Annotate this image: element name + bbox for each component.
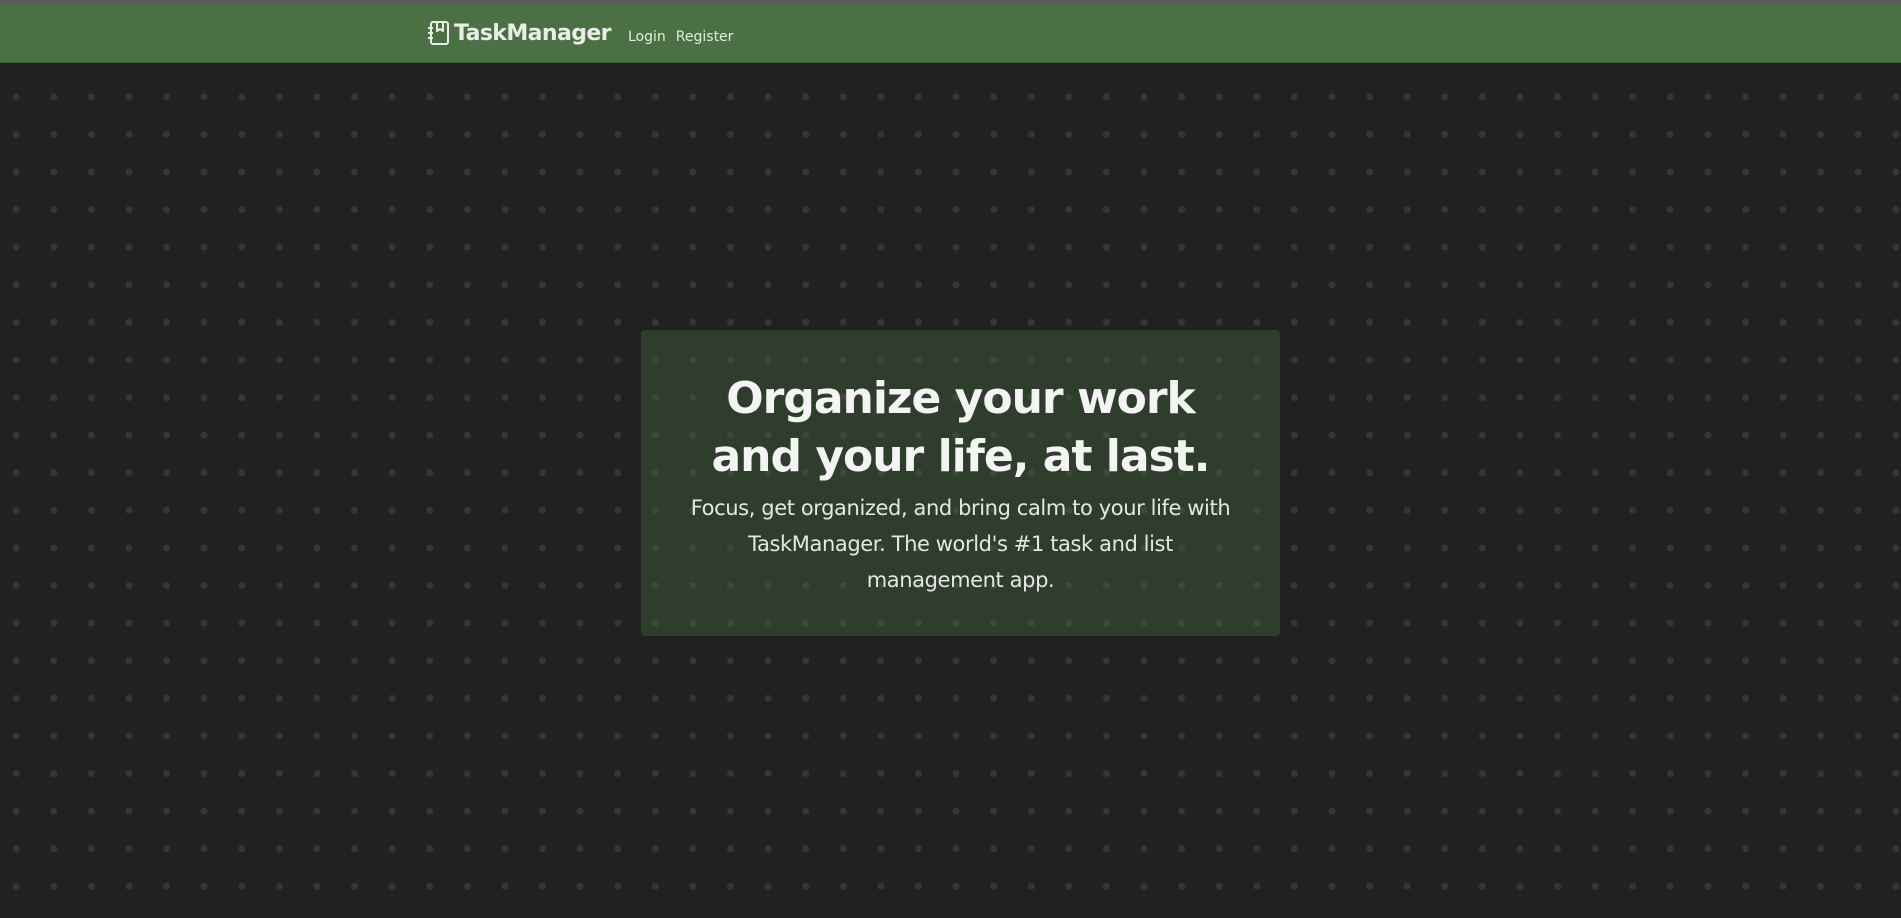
journal-icon xyxy=(427,20,450,46)
login-link[interactable]: Login xyxy=(628,25,666,49)
brand-link[interactable]: TaskManager xyxy=(427,18,612,48)
brand-name: TaskManager xyxy=(454,20,612,46)
hero-subtitle: Focus, get organized, and bring calm to … xyxy=(690,496,1231,592)
register-link[interactable]: Register xyxy=(676,25,734,49)
navbar: TaskManager Login Register xyxy=(0,3,1901,63)
nav-links: Login Register xyxy=(628,25,733,49)
hero-panel: Organize your work and your life, at las… xyxy=(641,330,1280,636)
hero-title: Organize your work and your life, at las… xyxy=(711,373,1210,482)
